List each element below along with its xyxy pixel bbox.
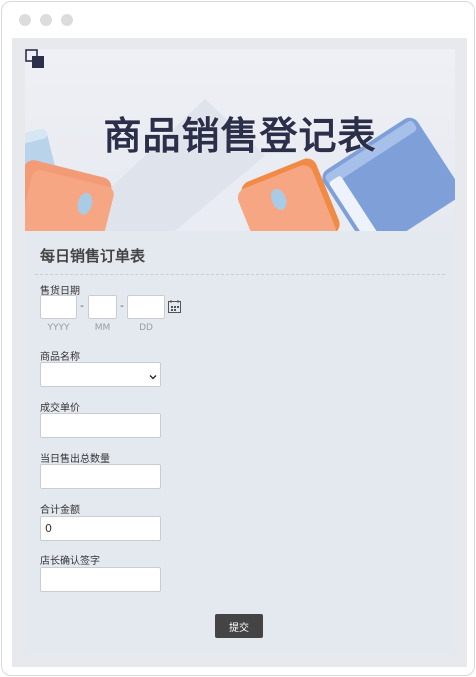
manager-signature-input[interactable] [40, 567, 161, 592]
submit-button[interactable]: 提交 [215, 614, 263, 638]
banner-title: 商品销售登记表 [103, 114, 377, 158]
date-year-input[interactable] [40, 295, 77, 319]
form-heading: 每日销售订单表 [40, 247, 146, 265]
manager-signature-label: 店长确认签字 [40, 556, 100, 567]
window-titlebar [2, 2, 474, 38]
calendar-icon[interactable] [168, 300, 181, 313]
heading-divider [35, 274, 445, 275]
total-amount-label: 合计金额 [40, 505, 80, 516]
window-dot-2 [40, 14, 52, 26]
date-separator: - [120, 299, 124, 312]
unit-price-input[interactable] [40, 413, 161, 438]
date-month-input[interactable] [88, 295, 117, 319]
browser-window: 商品销售登记表 每日销售订单表 售货日期 - - YYYY MM DD 商品名称… [1, 1, 475, 676]
page-viewport: 商品销售登记表 每日销售订单表 售货日期 - - YYYY MM DD 商品名称… [12, 38, 467, 667]
window-dot-1 [19, 14, 31, 26]
date-month-hint: MM [94, 323, 111, 333]
form-card: 商品销售登记表 每日销售订单表 售货日期 - - YYYY MM DD 商品名称… [25, 49, 455, 655]
total-quantity-input[interactable] [40, 464, 161, 489]
product-label: 商品名称 [40, 352, 80, 363]
form-banner: 商品销售登记表 [25, 49, 455, 231]
copy-icon[interactable] [25, 49, 45, 69]
total-amount-input[interactable] [40, 516, 161, 541]
unit-price-label: 成交单价 [40, 403, 80, 414]
date-day-hint: DD [139, 323, 153, 333]
date-year-hint: YYYY [47, 323, 70, 333]
total-quantity-label: 当日售出总数量 [40, 454, 110, 465]
product-select[interactable] [40, 362, 161, 387]
window-dot-3 [61, 14, 73, 26]
date-separator: - [80, 299, 84, 312]
date-day-input[interactable] [127, 295, 165, 319]
